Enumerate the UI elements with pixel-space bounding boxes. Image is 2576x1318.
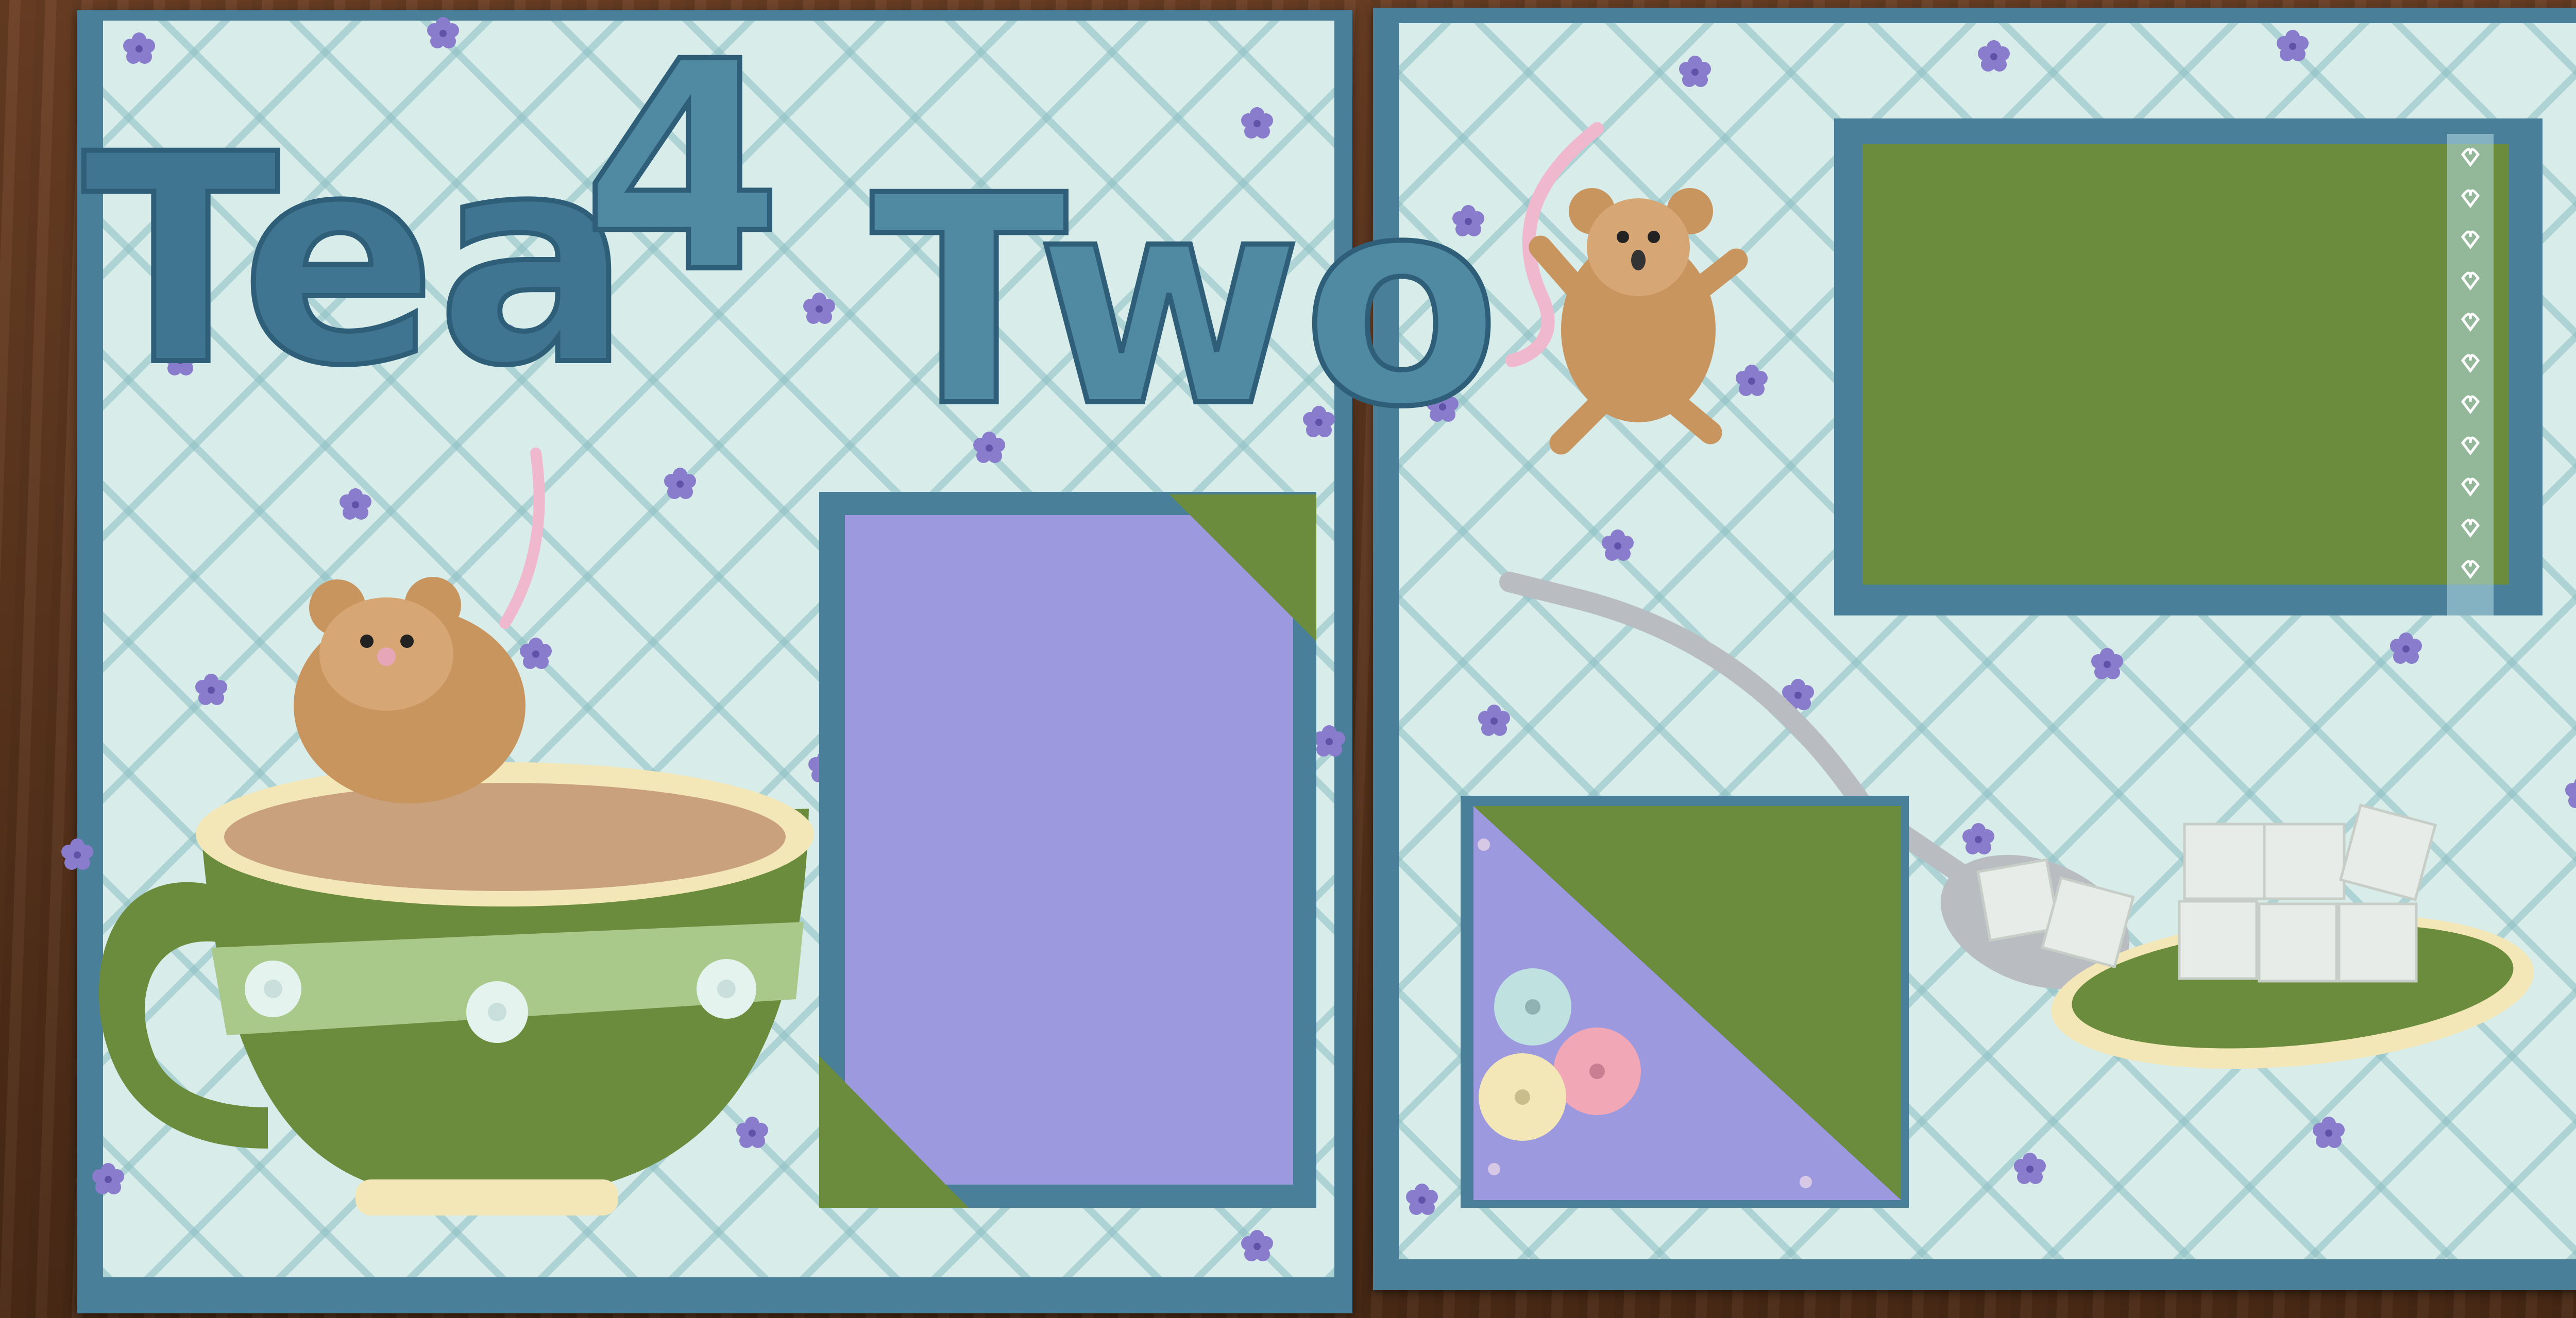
teacup-flower-2 xyxy=(466,981,528,1043)
title-word-4: 4 xyxy=(582,1,783,336)
right-triangle-mat xyxy=(1461,796,1909,1208)
right-photo-mat xyxy=(1834,118,2543,615)
right-mouse-climbing xyxy=(1505,122,1748,455)
left-mouse-on-teacup xyxy=(294,448,545,803)
sugar-saucer xyxy=(1976,803,2534,1069)
title-word-two: Two xyxy=(871,134,1501,470)
left-photo-mat xyxy=(819,492,1316,1208)
teacup-flower-1 xyxy=(245,961,301,1017)
title-tea-4-two: Tea 4 Two xyxy=(80,0,1503,473)
scrapbook-artwork: Tea 4 Two xyxy=(61,0,2576,1261)
title-word-tea: Tea xyxy=(82,93,631,429)
teacup-flower-3 xyxy=(697,959,756,1019)
teacup xyxy=(98,762,814,1216)
